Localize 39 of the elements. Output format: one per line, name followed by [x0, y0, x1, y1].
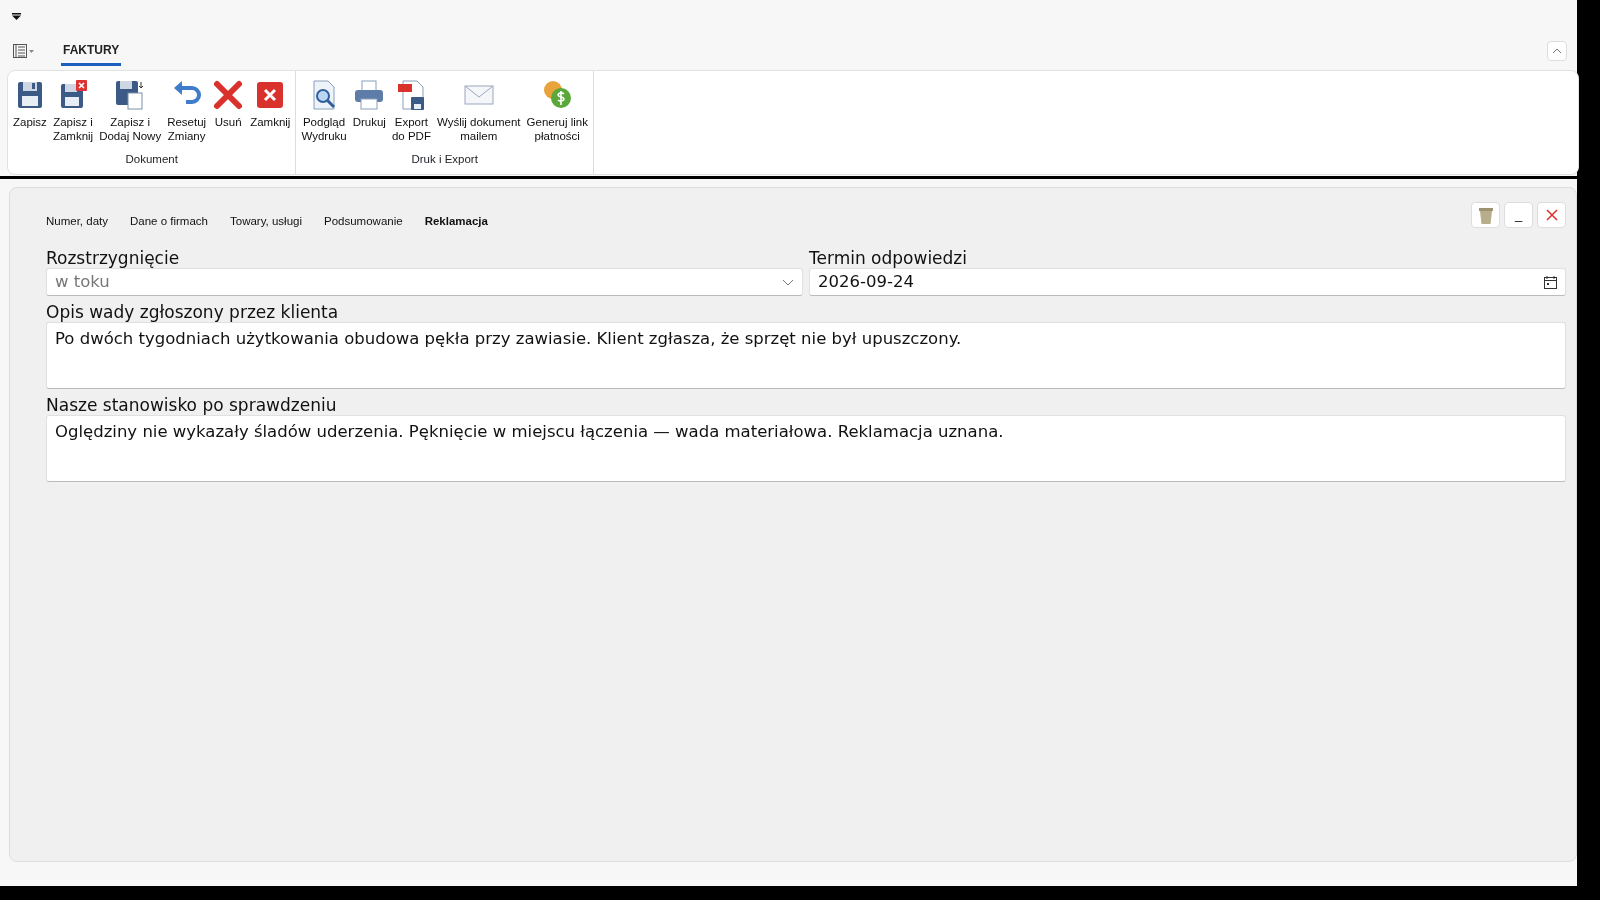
tab[interactable]: Towary, usługi	[230, 213, 302, 231]
ribbon-button[interactable]: Podgląd Wydruku	[299, 75, 349, 151]
tab[interactable]: Numer, daty	[46, 213, 108, 231]
ribbon-button[interactable]: Generuj link płatności	[524, 75, 590, 151]
group-label: Dokument	[124, 151, 179, 167]
close-button[interactable]	[1537, 202, 1566, 228]
coins-icon	[541, 79, 574, 111]
ribbon-button[interactable]: Zapisz	[11, 75, 49, 151]
field-label: Rozstrzygnięcie	[46, 248, 181, 268]
chevron-up-icon	[1552, 48, 1562, 54]
ribbon-button[interactable]: Resetuj Zmiany	[165, 75, 209, 151]
tab[interactable]: Podsumowanie	[324, 213, 403, 231]
field-label: Opis wady zgłoszony przez klienta	[46, 302, 340, 322]
text-area[interactable]: Oględziny nie wykazały śladów uderzenia. Pęknięcie w miejscu łączenia — wada materiałowa. Reklamacja uznana.	[46, 415, 1566, 482]
ribbon-button[interactable]: Usuń	[210, 75, 247, 151]
printer-icon	[353, 79, 386, 111]
minimize-button[interactable]: _	[1504, 202, 1533, 228]
chevron-down-icon	[782, 278, 794, 286]
close-icon	[1545, 209, 1558, 221]
text-area[interactable]: Po dwóch tygodniach użytkowania obudowa pękła przy zawiasie. Klient zgłasza, że sprzęt nie był upuszczony.	[46, 322, 1566, 389]
ribbon-button[interactable]: Drukuj	[350, 75, 388, 151]
date-field[interactable]: 2026-09-24	[809, 268, 1566, 296]
ribbon-button[interactable]: Wyślij dokument mailem	[434, 75, 523, 151]
tab[interactable]: Reklamacja	[424, 213, 488, 231]
cross-icon	[212, 79, 245, 111]
field-label: Nasze stanowisko po sprawdzeniu	[46, 395, 338, 415]
group-label: Druk i Export	[410, 151, 479, 167]
ribbon-button[interactable]: Zamknij	[248, 75, 293, 151]
ribbon-button[interactable]: Zapisz i Dodaj Nowy	[97, 75, 164, 151]
ribbon-button[interactable]: Export do PDF	[389, 75, 433, 151]
trash-can-icon	[1478, 206, 1493, 224]
ribbon-button[interactable]: Zapisz i Zamknij	[50, 75, 96, 151]
tab[interactable]: Dane o firmach	[130, 213, 208, 231]
menu-icon[interactable]	[13, 44, 35, 58]
dropdown-arrow-icon[interactable]	[12, 12, 21, 20]
calendar-icon[interactable]	[1544, 275, 1557, 289]
delete-button[interactable]	[1471, 202, 1500, 228]
field-label: Termin odpowiedzi	[809, 248, 968, 268]
ribbon-tab[interactable]: FAKTURY	[61, 36, 122, 66]
